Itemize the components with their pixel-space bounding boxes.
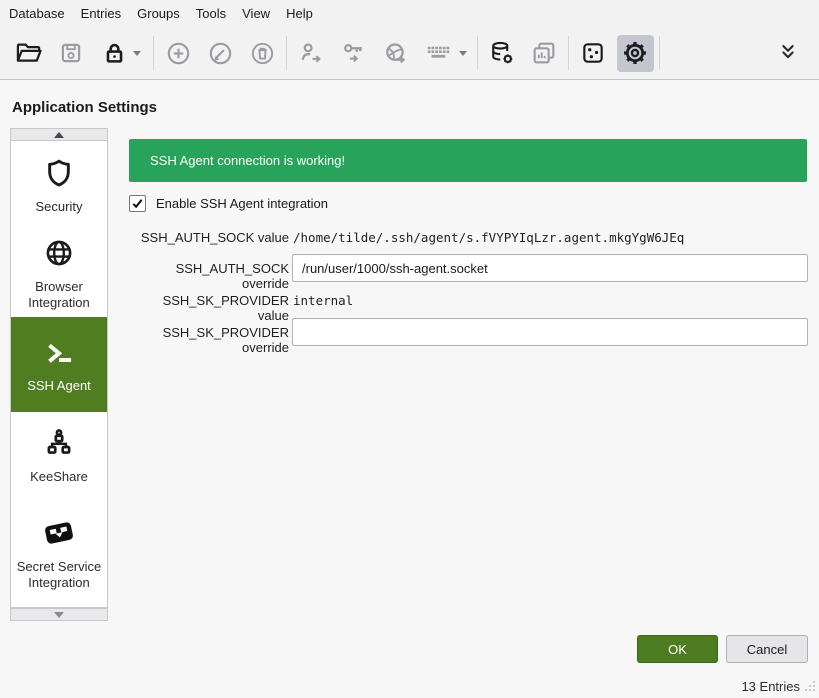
toolbar-separator	[286, 36, 287, 70]
copy-username-button	[290, 32, 332, 74]
sidebar-item-ssh-agent[interactable]: SSH Agent	[11, 317, 107, 412]
sidebar-item-label: Browser Integration	[13, 279, 105, 311]
application-settings-active-bg	[617, 35, 654, 72]
plus-circle-icon	[165, 40, 192, 67]
dice-icon	[580, 40, 606, 66]
globe-icon	[42, 236, 76, 270]
copy-password-button	[332, 32, 374, 74]
auth-sock-value-label: SSH_AUTH_SOCK value	[129, 230, 289, 245]
menubar: Database Entries Groups Tools View Help	[0, 0, 819, 27]
reports-button	[523, 32, 565, 74]
database-gear-icon	[488, 39, 516, 67]
key-arrow-icon	[340, 40, 367, 67]
enable-ssh-agent-row: Enable SSH Agent integration	[129, 195, 328, 212]
toolbar-separator	[477, 36, 478, 70]
auth-sock-override-label: SSH_AUTH_SOCK override	[129, 261, 289, 291]
sidebar-item-secret-service-integration[interactable]: Secret Service Integration	[11, 499, 107, 607]
toolbar-separator	[568, 36, 569, 70]
password-generator-button[interactable]	[572, 32, 614, 74]
sidebar-item-keeshare[interactable]: KeeShare	[11, 412, 107, 499]
lock-dropdown-arrow-icon[interactable]	[133, 51, 141, 56]
sidebar-item-label: SSH Agent	[27, 378, 91, 394]
double-chevron-down-icon	[777, 42, 799, 64]
database-settings-button[interactable]	[481, 32, 523, 74]
terminal-icon	[42, 335, 76, 369]
save-database-button	[50, 32, 92, 74]
auth-sock-override-input[interactable]	[292, 254, 808, 282]
cancel-button[interactable]: Cancel	[726, 635, 808, 663]
sidebar-item-browser-integration[interactable]: Browser Integration	[11, 229, 107, 317]
keyboard-icon	[424, 38, 454, 68]
banner-message: SSH Agent connection is working!	[150, 153, 345, 168]
shield-icon	[42, 156, 76, 190]
toolbar-expand-button[interactable]	[767, 32, 809, 74]
ok-button[interactable]: OK	[637, 635, 718, 663]
open-url-button	[374, 32, 416, 74]
open-folder-icon	[15, 39, 43, 67]
sk-provider-value-label: SSH_SK_PROVIDER value	[129, 293, 289, 323]
gear-icon	[621, 39, 649, 67]
category-list: Security Browser Integration	[10, 141, 108, 608]
sidebar-item-label: Secret Service Integration	[13, 559, 105, 591]
enable-ssh-agent-checkbox[interactable]	[129, 195, 146, 212]
new-entry-button	[157, 32, 199, 74]
toolbar-separator	[659, 36, 660, 70]
entry-count-status: 13 Entries	[741, 679, 800, 694]
pencil-circle-icon	[207, 40, 234, 67]
secret-service-icon	[42, 516, 76, 550]
keepassxc-window: Database Entries Groups Tools View Help	[0, 0, 819, 698]
perform-autotype-button	[416, 32, 474, 74]
sidebar-item-security[interactable]: Security	[11, 141, 107, 229]
ssh-agent-status-banner: SSH Agent connection is working!	[129, 139, 807, 182]
person-arrow-icon	[298, 40, 325, 67]
delete-entry-button	[241, 32, 283, 74]
menu-tools[interactable]: Tools	[196, 6, 226, 21]
sidebar-scroll-up-button[interactable]	[10, 128, 108, 141]
sidebar-item-label: Security	[36, 199, 83, 215]
checkmark-icon	[131, 197, 144, 210]
menu-help[interactable]: Help	[286, 6, 313, 21]
resize-grip[interactable]	[803, 679, 816, 695]
menu-groups[interactable]: Groups	[137, 6, 180, 21]
auth-sock-value: /home/tilde/.ssh/agent/s.fVYPYIqLzr.agen…	[293, 230, 684, 245]
lock-databases-button[interactable]	[92, 32, 150, 74]
share-network-icon	[42, 426, 76, 460]
sk-provider-override-label: SSH_SK_PROVIDER override	[129, 325, 289, 355]
save-icon	[58, 40, 84, 66]
enable-ssh-agent-label: Enable SSH Agent integration	[156, 196, 328, 211]
toolbar	[0, 27, 819, 80]
sk-provider-override-input[interactable]	[292, 318, 808, 346]
menu-view[interactable]: View	[242, 6, 270, 21]
triangle-down-icon	[54, 612, 64, 618]
lock-icon	[101, 40, 128, 67]
trash-circle-icon	[249, 40, 276, 67]
globe-arrow-icon	[382, 40, 409, 67]
sk-provider-value: internal	[293, 293, 353, 308]
page-title: Application Settings	[12, 99, 157, 116]
sidebar-item-label: KeeShare	[30, 469, 88, 485]
reports-chart-icon	[530, 39, 558, 67]
sidebar-scroll-down-button[interactable]	[10, 608, 108, 621]
menu-entries[interactable]: Entries	[81, 6, 121, 21]
autotype-dropdown-arrow-icon	[459, 51, 467, 56]
triangle-up-icon	[54, 132, 64, 138]
edit-entry-button	[199, 32, 241, 74]
menu-database[interactable]: Database	[9, 6, 65, 21]
settings-category-list: Security Browser Integration	[10, 128, 108, 621]
toolbar-separator	[153, 36, 154, 70]
open-database-button[interactable]	[8, 32, 50, 74]
application-settings-button[interactable]	[614, 32, 656, 74]
